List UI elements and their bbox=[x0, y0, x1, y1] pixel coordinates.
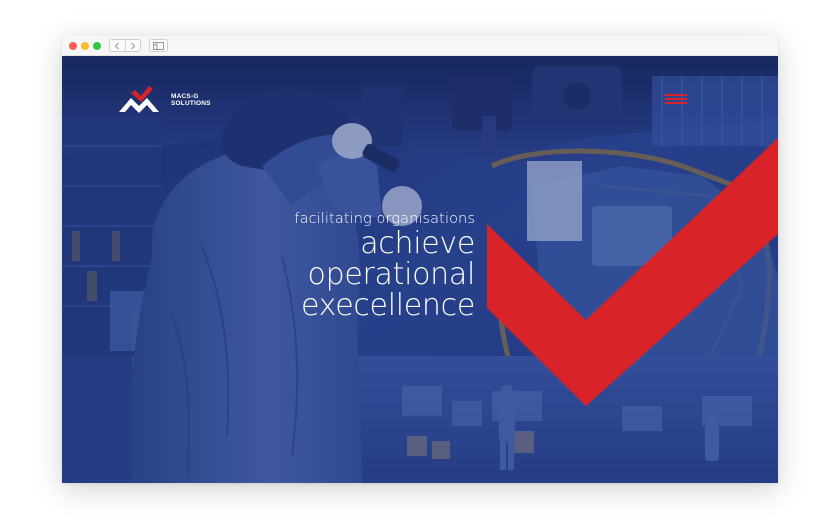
site-logo[interactable]: MACS-G SOLUTIONS bbox=[117, 84, 211, 116]
hamburger-menu-icon-bar bbox=[665, 102, 687, 104]
hero-headline-line-3: execellence bbox=[301, 288, 475, 323]
browser-nav-buttons bbox=[109, 39, 141, 52]
zoom-window-button[interactable] bbox=[93, 42, 101, 50]
forward-button[interactable] bbox=[126, 40, 141, 51]
chevron-right-icon bbox=[130, 42, 136, 49]
chevron-left-icon bbox=[114, 42, 120, 49]
hero-headline-line-1: achieve bbox=[360, 226, 475, 261]
sidebar-icon bbox=[153, 41, 164, 50]
logo-text: MACS-G SOLUTIONS bbox=[171, 93, 211, 107]
sidebar-toggle-button[interactable] bbox=[149, 39, 168, 52]
webpage-viewport: MACS-G SOLUTIONS facilitating organisati… bbox=[62, 56, 778, 483]
hero-headline-line-2: operational bbox=[307, 257, 476, 292]
logo-line-1: MACS-G bbox=[171, 93, 199, 100]
minimize-window-button[interactable] bbox=[81, 42, 89, 50]
browser-titlebar bbox=[62, 36, 778, 56]
logo-line-2: SOLUTIONS bbox=[171, 100, 211, 107]
hero-headline-block: facilitating organisations achieve opera… bbox=[294, 210, 475, 321]
hamburger-menu-icon bbox=[665, 94, 687, 96]
hamburger-menu-icon-bar bbox=[665, 98, 687, 100]
hamburger-menu-button[interactable] bbox=[665, 94, 687, 108]
close-window-button[interactable] bbox=[69, 42, 77, 50]
browser-window: MACS-G SOLUTIONS facilitating organisati… bbox=[62, 36, 778, 483]
macs-g-logo-icon bbox=[119, 86, 159, 113]
back-button[interactable] bbox=[110, 40, 126, 51]
